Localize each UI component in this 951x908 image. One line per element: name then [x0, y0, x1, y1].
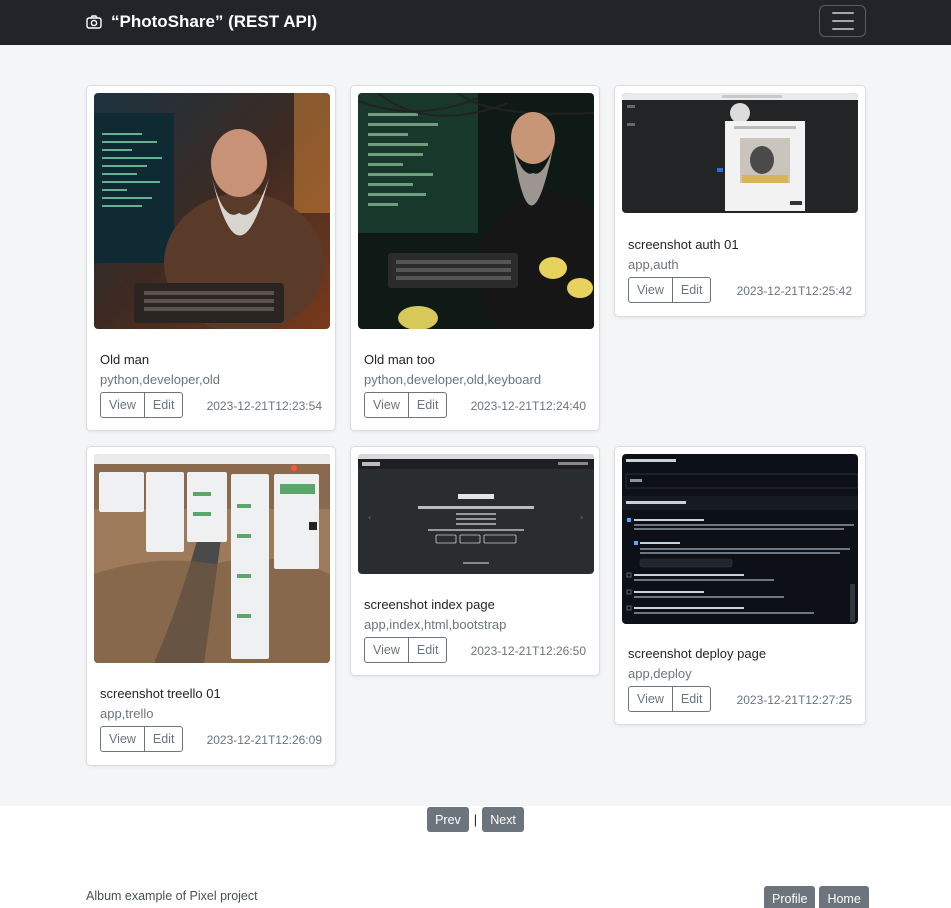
photo-thumbnail[interactable] [622, 93, 858, 213]
edit-button[interactable]: Edit [671, 686, 712, 712]
photo-card-old-man: Old man python,developer,old View Edit 2… [86, 85, 336, 431]
navbar: “PhotoShare” (REST API) [0, 0, 951, 45]
photo-thumbnail[interactable] [94, 93, 330, 329]
view-button[interactable]: View [100, 392, 145, 418]
next-button[interactable]: Next [482, 807, 524, 832]
svg-text:›: › [580, 513, 583, 522]
svg-text:‹: ‹ [368, 513, 371, 522]
photo-card-screenshot-treello: screenshot treello 01 app,trello View Ed… [86, 446, 336, 766]
hamburger-menu-icon[interactable] [819, 5, 866, 37]
camera-icon [86, 15, 102, 29]
card-tags: python,developer,old [100, 372, 220, 387]
home-button[interactable]: Home [819, 886, 869, 908]
card-title: screenshot treello 01 [100, 686, 221, 701]
card-title: screenshot deploy page [628, 646, 767, 661]
card-tags: app,index,html,bootstrap [364, 617, 507, 632]
photo-thumbnail[interactable] [358, 93, 594, 329]
card-title: Old man [100, 352, 150, 367]
card-actions: View Edit [364, 392, 448, 418]
card-date: 2023-12-21T12:24:40 [470, 399, 586, 413]
pagination-separator: | [473, 812, 478, 827]
card-title: Old man too [364, 352, 435, 367]
album-section: Old man python,developer,old View Edit 2… [0, 45, 951, 806]
edit-button[interactable]: Edit [143, 392, 184, 418]
photo-thumbnail[interactable] [622, 454, 858, 624]
footer-text: Album example of Pixel project [86, 889, 258, 903]
card-date: 2023-12-21T12:26:09 [206, 733, 322, 747]
view-button[interactable]: View [364, 392, 409, 418]
card-date: 2023-12-21T12:26:50 [470, 644, 586, 658]
view-button[interactable]: View [100, 726, 145, 752]
view-button[interactable]: View [364, 637, 409, 663]
footer-nav: Profile Home [764, 886, 869, 908]
edit-button[interactable]: Edit [143, 726, 184, 752]
card-tags: python,developer,old,keyboard [364, 372, 542, 387]
profile-button[interactable]: Profile [764, 886, 816, 908]
card-actions: View Edit [100, 726, 184, 752]
card-date: 2023-12-21T12:23:54 [206, 399, 322, 413]
photo-card-screenshot-index: ‹ › screenshot index page app,index,html… [350, 446, 600, 676]
card-tags: app,auth [628, 257, 679, 272]
edit-button[interactable]: Edit [407, 637, 448, 663]
photo-thumbnail[interactable] [94, 454, 330, 663]
card-tags: app,deploy [628, 666, 692, 681]
view-button[interactable]: View [628, 277, 673, 303]
photo-card-old-man-too: Old man too python,developer,old,keyboar… [350, 85, 600, 431]
card-tags: app,trello [100, 706, 154, 721]
card-actions: View Edit [628, 686, 712, 712]
card-title: screenshot auth 01 [628, 237, 739, 252]
card-actions: View Edit [628, 277, 712, 303]
edit-button[interactable]: Edit [671, 277, 712, 303]
pagination: Prev | Next [0, 807, 951, 832]
card-title: screenshot index page [364, 597, 495, 612]
card-actions: View Edit [100, 392, 184, 418]
photo-thumbnail[interactable]: ‹ › [358, 454, 594, 574]
brand-link[interactable]: “PhotoShare” (REST API) [86, 10, 317, 34]
card-date: 2023-12-21T12:27:25 [736, 693, 852, 707]
view-button[interactable]: View [628, 686, 673, 712]
brand-title: “PhotoShare” (REST API) [111, 12, 318, 31]
photo-card-screenshot-deploy: screenshot deploy page app,deploy View E… [614, 446, 866, 725]
card-actions: View Edit [364, 637, 448, 663]
photo-card-screenshot-auth: screenshot auth 01 app,auth View Edit 20… [614, 85, 866, 317]
prev-button[interactable]: Prev [427, 807, 469, 832]
edit-button[interactable]: Edit [407, 392, 448, 418]
card-date: 2023-12-21T12:25:42 [736, 284, 852, 298]
